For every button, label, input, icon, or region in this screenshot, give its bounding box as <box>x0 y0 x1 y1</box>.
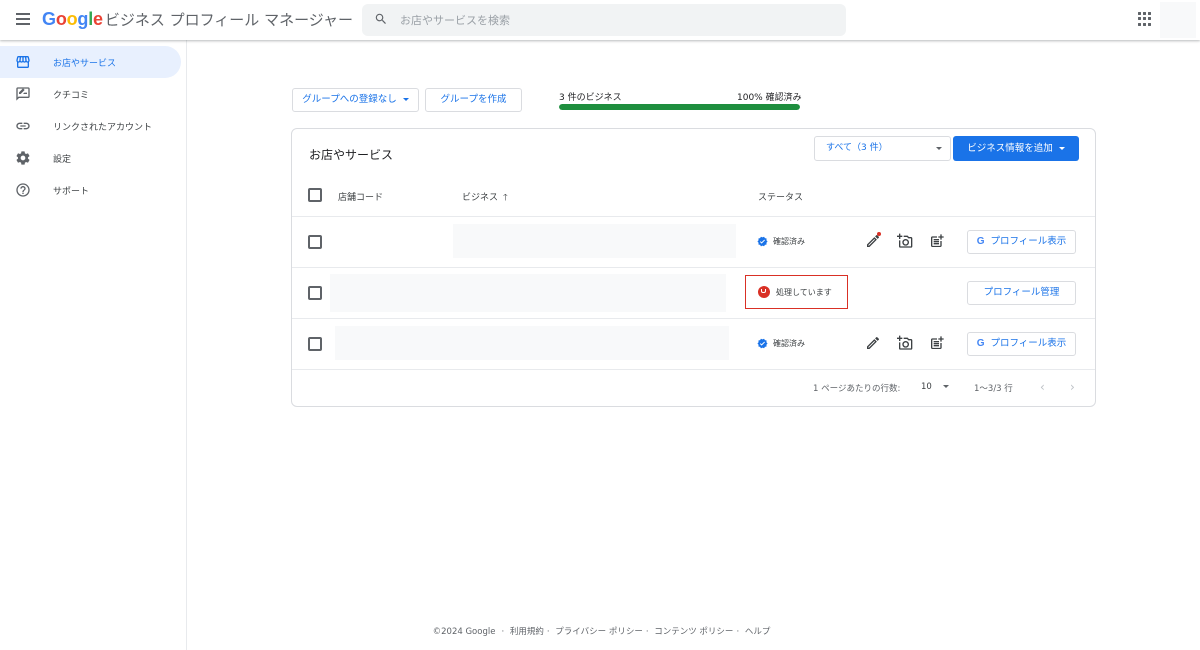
business-name-redacted <box>453 224 736 258</box>
group-dropdown[interactable]: グループへの登録なし <box>292 88 419 112</box>
add-business-button[interactable]: ビジネス情報を追加 <box>953 136 1079 161</box>
top-app-bar: Google ビジネス プロフィール マネージャー <box>0 0 1200 40</box>
page-range: 1〜3/3 行 <box>974 384 1013 394</box>
dropdown-arrow-icon <box>1058 147 1065 150</box>
group-dropdown-label: グループへの登録なし <box>302 94 397 105</box>
verified-percent: 100% 確認済み <box>737 93 802 103</box>
previous-page-icon[interactable]: ‹ <box>1040 380 1045 394</box>
table-row: 処理しています プロフィール管理 <box>292 268 1095 318</box>
row-checkbox[interactable] <box>308 337 322 351</box>
row-checkbox[interactable] <box>308 235 322 249</box>
sidebar-item-linked-accounts[interactable]: リンクされたアカウント <box>0 110 181 142</box>
add-photo-icon[interactable] <box>897 335 913 351</box>
pagination: 1 ページあたりの行数: 10 1〜3/3 行 ‹ › <box>292 369 1095 407</box>
table-row: 確認済み G プロフィール表示 <box>292 319 1095 369</box>
status-label: 処理しています <box>776 288 832 297</box>
rows-per-page-value: 10 <box>921 382 932 392</box>
status-pending-highlight: 処理しています <box>745 275 848 309</box>
copyright: ©2024 Google <box>432 627 496 637</box>
gear-icon <box>16 151 30 165</box>
sidebar-item-businesses[interactable]: お店やサービス <box>0 46 181 78</box>
terms-link[interactable]: 利用規約 <box>510 627 544 637</box>
verification-progress-fill <box>559 104 800 110</box>
business-name-redacted <box>335 326 729 360</box>
google-logo: Google <box>42 9 103 29</box>
create-group-button[interactable]: グループを作成 <box>425 88 522 112</box>
manage-profile-button[interactable]: プロフィール管理 <box>967 281 1076 305</box>
avatar[interactable] <box>1160 2 1196 38</box>
add-post-icon[interactable] <box>929 233 945 249</box>
sort-arrow-up-icon: 🡑 <box>503 193 508 203</box>
status-label: 確認済み <box>773 339 805 348</box>
product-name: ビジネス プロフィール マネージャー <box>104 11 354 29</box>
view-profile-label: プロフィール表示 <box>990 338 1067 349</box>
status-verified: 確認済み <box>757 236 805 247</box>
google-g-icon: G <box>976 236 985 247</box>
add-post-icon[interactable] <box>929 335 945 351</box>
notification-dot <box>877 232 881 236</box>
view-profile-button[interactable]: G プロフィール表示 <box>967 332 1076 356</box>
verified-check-icon <box>757 338 768 349</box>
row-checkbox[interactable] <box>308 286 322 300</box>
verification-progress-bar <box>559 104 800 110</box>
sidebar-item-label: サポート <box>53 187 90 197</box>
search-icon[interactable] <box>374 12 388 26</box>
apps-grid-icon[interactable] <box>1138 12 1152 26</box>
status-label: 確認済み <box>773 237 805 246</box>
rows-per-page-select[interactable]: 10 <box>921 382 949 392</box>
next-page-icon[interactable]: › <box>1070 380 1075 394</box>
card-title: お店やサービス <box>309 148 394 162</box>
verified-check-icon <box>757 236 768 247</box>
reviews-icon <box>16 87 30 101</box>
pending-status-icon <box>758 286 770 298</box>
business-name-redacted <box>330 274 726 312</box>
view-profile-label: プロフィール表示 <box>990 236 1067 247</box>
help-link[interactable]: ヘルプ <box>745 627 771 637</box>
filter-label: すべて（3 件） <box>826 143 888 153</box>
help-icon <box>16 183 30 197</box>
edit-profile-icon[interactable] <box>865 232 881 249</box>
rows-per-page-label: 1 ページあたりの行数: <box>813 384 901 394</box>
dropdown-arrow-icon <box>936 147 942 150</box>
sidebar-item-label: お店やサービス <box>53 59 117 69</box>
sidebar-item-label: リンクされたアカウント <box>53 123 153 133</box>
search-input[interactable] <box>400 4 830 36</box>
app-title: Google ビジネス プロフィール マネージャー <box>42 9 353 30</box>
sidebar-item-settings[interactable]: 設定 <box>0 142 181 174</box>
sidebar-item-label: 設定 <box>53 155 72 165</box>
businesses-card: お店やサービス すべて（3 件） ビジネス情報を追加 店舗コード ビジネス 🡑 ス… <box>291 128 1096 407</box>
view-profile-button[interactable]: G プロフィール表示 <box>967 230 1076 254</box>
column-header-store-code[interactable]: 店舗コード <box>338 190 383 203</box>
select-all-checkbox[interactable] <box>308 188 322 202</box>
dropdown-arrow-icon <box>942 385 949 388</box>
sidebar-item-support[interactable]: サポート <box>0 174 181 206</box>
sidebar-item-label: クチコミ <box>53 91 90 101</box>
menu-icon[interactable] <box>13 10 33 30</box>
search-bar <box>362 4 846 36</box>
edit-profile-icon[interactable] <box>865 335 881 351</box>
sidebar-item-reviews[interactable]: クチコミ <box>0 78 181 110</box>
privacy-link[interactable]: プライバシー ポリシー <box>555 627 643 637</box>
column-header-business-label: ビジネス <box>462 193 499 203</box>
sidebar: お店やサービス クチコミ リンクされたアカウント 設定 サポート <box>0 40 187 650</box>
filter-dropdown[interactable]: すべて（3 件） <box>814 136 951 161</box>
add-photo-icon[interactable] <box>897 233 913 249</box>
storefront-icon <box>16 56 30 68</box>
google-g-icon: G <box>976 338 985 349</box>
dropdown-arrow-icon <box>402 98 409 101</box>
status-verified: 確認済み <box>757 338 805 349</box>
link-icon <box>16 122 30 130</box>
page-footer: ©2024 Google · 利用規約 · プライバシー ポリシー · コンテンツ ポ… <box>432 627 771 637</box>
column-header-status: ステータス <box>758 193 804 203</box>
business-count: 3 件のビジネス <box>559 93 622 103</box>
column-header-business[interactable]: ビジネス 🡑 <box>462 190 508 206</box>
add-business-label: ビジネス情報を追加 <box>967 143 1053 154</box>
content-policy-link[interactable]: コンテンツ ポリシー <box>654 627 733 637</box>
table-row: 確認済み G プロフィール表示 <box>292 217 1095 267</box>
